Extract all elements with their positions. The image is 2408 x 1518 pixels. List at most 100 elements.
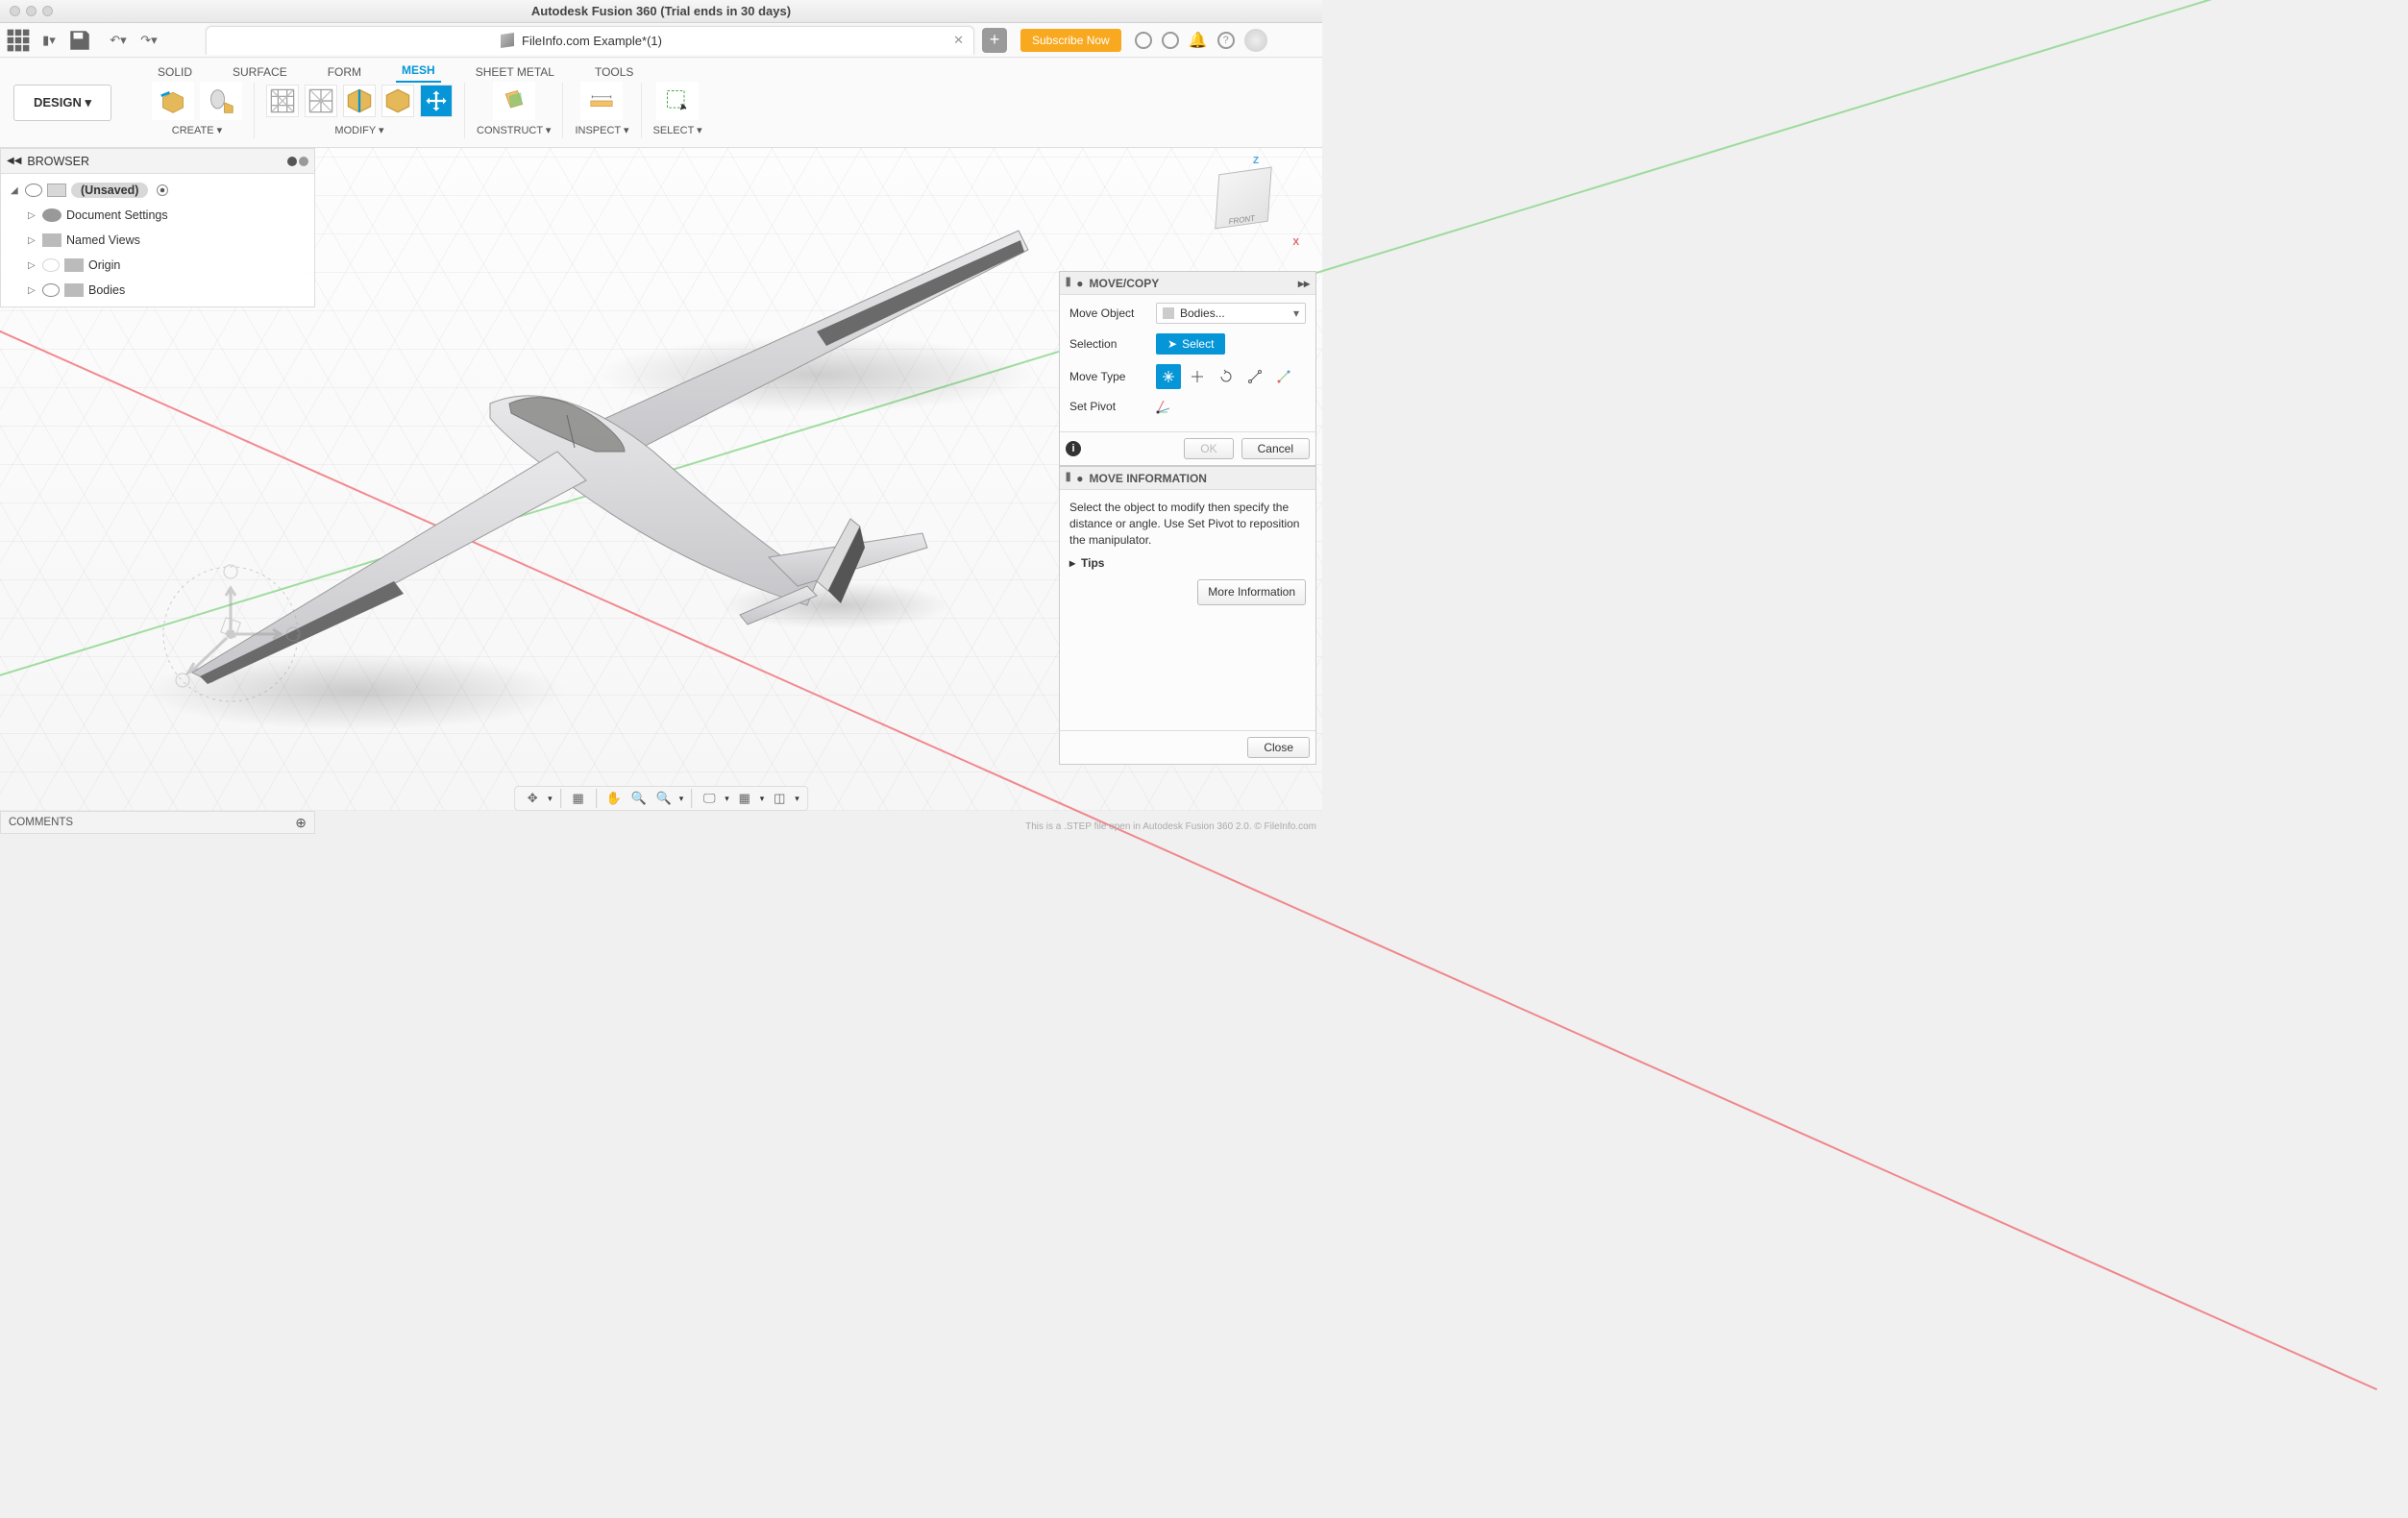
tree-item-docsettings[interactable]: ▷ Document Settings (1, 203, 314, 228)
tab-surface[interactable]: SURFACE (227, 61, 293, 83)
subscribe-button[interactable]: Subscribe Now (1020, 29, 1121, 52)
document-icon (47, 184, 66, 197)
document-tab[interactable]: FileInfo.com Example*(1) ✕ (206, 26, 974, 55)
comments-bar[interactable]: COMMENTS ⊕ (0, 811, 315, 834)
tab-mesh[interactable]: MESH (396, 60, 441, 83)
move-p2p-axes-icon[interactable] (1271, 364, 1296, 389)
grid-menu-icon[interactable] (6, 28, 31, 53)
move-p2p-icon[interactable] (1242, 364, 1267, 389)
set-pivot-icon[interactable] (1156, 399, 1171, 414)
panel-grip-icon[interactable]: ⦀ (1066, 276, 1070, 290)
viewcube-face[interactable]: FRONT (1215, 167, 1271, 230)
look-at-icon[interactable]: ▦ (569, 789, 588, 808)
browser-pin-icon[interactable] (287, 157, 308, 166)
doc-cube-icon (501, 33, 514, 48)
new-tab-button[interactable]: + (982, 28, 1007, 53)
select-icon[interactable] (656, 82, 699, 120)
tree-item-namedviews[interactable]: ▷ Named Views (1, 228, 314, 253)
move-object-label: Move Object (1069, 306, 1146, 320)
move-copy-panel: ⦀ ● MOVE/COPY ▸▸ Move Object Bodies... S… (1059, 271, 1316, 466)
tree-item-origin[interactable]: ▷ Origin (1, 253, 314, 278)
move-type-label: Move Type (1069, 370, 1146, 383)
viewport-layout-icon[interactable]: ◫ (770, 789, 789, 808)
notifications-icon[interactable]: 🔔 (1189, 31, 1208, 50)
visibility-off-icon[interactable] (42, 258, 60, 272)
zoom-window-icon[interactable]: 🔍 (654, 789, 674, 808)
status-text: This is a .STEP file open in Autodesk Fu… (1025, 821, 1316, 832)
move-copy-icon[interactable] (420, 85, 453, 117)
move-rotate-icon[interactable] (1214, 364, 1239, 389)
close-button[interactable]: Close (1247, 737, 1310, 758)
help-icon[interactable]: ? (1217, 32, 1235, 49)
file-new-icon[interactable]: ▮▾ (37, 28, 61, 53)
remesh-icon[interactable] (266, 85, 299, 117)
construct-plane-icon[interactable] (493, 82, 535, 120)
gear-icon (42, 208, 61, 222)
plane-cut-icon[interactable] (343, 85, 376, 117)
ribbon-tabs: SOLID SURFACE FORM MESH SHEET METAL TOOL… (125, 58, 1322, 83)
doc-tab-label: FileInfo.com Example*(1) (522, 34, 662, 48)
tree-root[interactable]: ◢ (Unsaved) (1, 178, 314, 203)
reduce-icon[interactable] (305, 85, 337, 117)
ok-button[interactable]: OK (1184, 438, 1233, 459)
move-object-dropdown[interactable]: Bodies... (1156, 303, 1306, 324)
browser-title: BROWSER (27, 155, 89, 168)
move-translate-icon[interactable] (1185, 364, 1210, 389)
select-button[interactable]: ➤Select (1156, 333, 1225, 355)
tab-sheetmetal[interactable]: SHEET METAL (470, 61, 560, 83)
cursor-icon: ➤ (1167, 337, 1177, 351)
grid-settings-icon[interactable]: ▦ (735, 789, 754, 808)
tab-tools[interactable]: TOOLS (589, 61, 639, 83)
zoom-icon[interactable]: 🔍 (629, 789, 649, 808)
panel-grip-icon[interactable]: ⦀ (1066, 471, 1070, 485)
redo-icon[interactable]: ↷▾ (136, 28, 161, 53)
tree-item-bodies[interactable]: ▷ Bodies (1, 278, 314, 303)
reverse-normal-icon[interactable] (381, 85, 414, 117)
viewcube[interactable]: FRONT Z X (1207, 161, 1293, 248)
nav-bar: ✥▾ ▦ ✋ 🔍 🔍▾ 🖵▾ ▦▾ ◫▾ (514, 786, 808, 811)
measure-icon[interactable] (580, 82, 623, 120)
more-info-button[interactable]: More Information (1197, 579, 1306, 605)
group-inspect-label[interactable]: INSPECT ▾ (575, 124, 628, 136)
close-tab-icon[interactable]: ✕ (953, 33, 964, 48)
browser-collapse-icon[interactable]: ◀◀ (7, 156, 21, 166)
tessellate-icon[interactable] (200, 82, 242, 120)
job-status-icon[interactable] (1162, 32, 1179, 49)
window-title: Autodesk Fusion 360 (Trial ends in 30 da… (0, 4, 1322, 18)
save-icon[interactable] (67, 28, 92, 53)
extensions-icon[interactable] (1135, 32, 1152, 49)
move-manipulator[interactable] (135, 557, 327, 711)
display-settings-icon[interactable]: 🖵 (700, 789, 719, 808)
panel-collapse-icon[interactable]: ● (1076, 472, 1083, 485)
visibility-icon[interactable] (42, 283, 60, 297)
visibility-icon[interactable] (25, 184, 42, 197)
browser-panel: ◀◀ BROWSER ◢ (Unsaved) ▷ Document Settin… (0, 148, 315, 307)
group-modify-label[interactable]: MODIFY ▾ (334, 124, 383, 136)
move-freemove-icon[interactable] (1156, 364, 1181, 389)
comments-label: COMMENTS (9, 817, 73, 828)
info-title: MOVE INFORMATION (1090, 472, 1207, 485)
pan-icon[interactable]: ✋ (604, 789, 624, 808)
axis-z-label: Z (1253, 156, 1259, 166)
panel-collapse-icon[interactable]: ● (1076, 277, 1083, 290)
orbit-icon[interactable]: ✥ (523, 789, 542, 808)
info-icon[interactable]: i (1066, 441, 1081, 456)
workspace-switcher[interactable]: DESIGN ▾ (13, 85, 111, 121)
tips-toggle[interactable]: ▸ Tips (1069, 555, 1306, 572)
folder-icon (64, 283, 84, 297)
selection-label: Selection (1069, 337, 1146, 351)
undo-icon[interactable]: ↶▾ (106, 28, 131, 53)
group-construct-label[interactable]: CONSTRUCT ▾ (477, 124, 551, 136)
insert-mesh-icon[interactable] (152, 82, 194, 120)
set-pivot-label: Set Pivot (1069, 400, 1146, 413)
user-avatar[interactable] (1244, 29, 1267, 52)
panel-expand-icon[interactable]: ▸▸ (1298, 277, 1310, 290)
group-create-label[interactable]: CREATE ▾ (172, 124, 222, 136)
comments-expand-icon[interactable]: ⊕ (295, 815, 307, 831)
group-select-label[interactable]: SELECT ▾ (653, 124, 702, 136)
tab-form[interactable]: FORM (322, 61, 367, 83)
cancel-button[interactable]: Cancel (1241, 438, 1310, 459)
body-icon (1163, 307, 1174, 319)
tab-solid[interactable]: SOLID (152, 61, 198, 83)
active-component-icon[interactable] (157, 184, 168, 196)
